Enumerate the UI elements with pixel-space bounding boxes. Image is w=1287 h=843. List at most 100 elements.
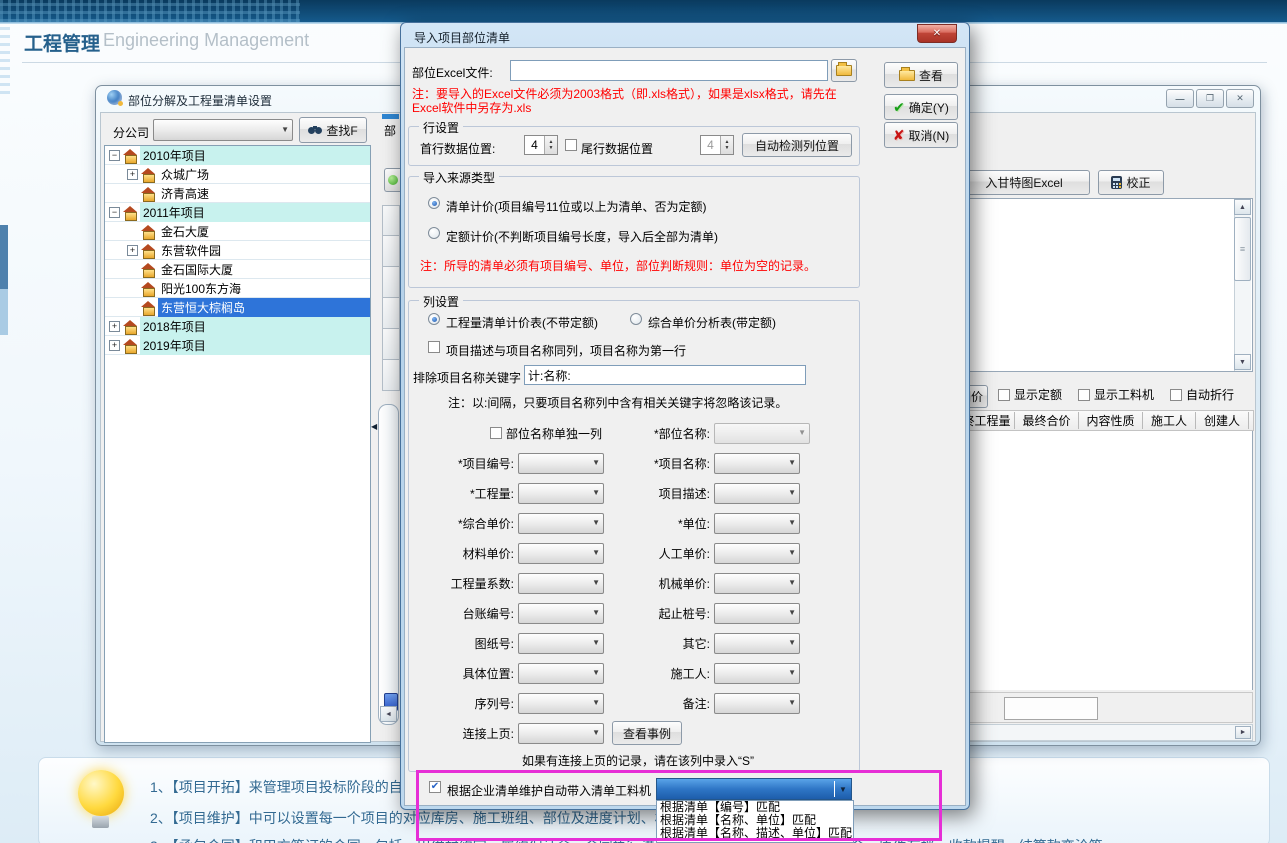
tree-row[interactable]: 金石国际大厦 [105, 260, 370, 279]
tree-row-selected[interactable]: 东营恒大棕榈岛 [105, 298, 370, 317]
field-dropdown[interactable]: ▼ [714, 573, 800, 594]
field-dropdown[interactable]: ▼ [518, 573, 604, 594]
boq-table-label[interactable]: 工程量清单计价表(不带定额) [446, 314, 598, 331]
list-pricing-radio[interactable] [428, 197, 440, 209]
field-dropdown[interactable]: ▼ [714, 603, 800, 624]
auto-wrap-checkbox[interactable]: 自动折行 [1170, 386, 1234, 403]
tree-item-label[interactable]: 2011年项目 [140, 203, 370, 222]
tree-item-label[interactable]: 东营恒大棕榈岛 [158, 298, 370, 317]
tree-item-label[interactable]: 阳光100东方海 [158, 279, 370, 298]
browse-file-button[interactable] [831, 59, 857, 82]
unit-analysis-label[interactable]: 综合单价分析表(带定额) [648, 314, 776, 331]
scroll-up-button[interactable]: ▲ [1234, 199, 1251, 215]
field-row: 起止桩号:▼ [600, 598, 812, 628]
quota-pricing-radio[interactable] [428, 227, 440, 239]
exclude-keyword-input[interactable] [524, 365, 806, 385]
collapse-panel-icon[interactable]: ◀ [371, 422, 377, 431]
expand-box-icon[interactable]: + [127, 169, 138, 180]
field-dropdown[interactable]: ▼ [518, 483, 604, 504]
quota-pricing-label[interactable]: 定额计价(不判断项目编号长度，导入后全部为清单) [446, 228, 718, 245]
tree-row[interactable]: 阳光100东方海 [105, 279, 370, 298]
minimize-button[interactable]: — [1166, 89, 1194, 108]
view-button[interactable]: 查看 [884, 62, 958, 88]
show-resources-checkbox[interactable]: 显示工料机 [1078, 386, 1154, 403]
maximize-button[interactable]: ❐ [1196, 89, 1224, 108]
expand-box-icon[interactable]: + [109, 321, 120, 332]
scroll-down-button[interactable]: ▼ [1234, 354, 1251, 370]
column-header[interactable]: 施工人 [1143, 412, 1196, 429]
part-own-column-label[interactable]: 部位名称单独一列 [506, 425, 602, 442]
list-pricing-label[interactable]: 清单计价(项目编号11位或以上为清单、否为定额) [446, 198, 706, 215]
tree-item-label[interactable]: 金石国际大厦 [158, 260, 370, 279]
field-dropdown[interactable]: ▼ [518, 603, 604, 624]
column-header-row: 终工程量 最终合价 内容性质 施工人 创建人 [958, 410, 1254, 431]
unit-analysis-radio[interactable] [630, 313, 642, 325]
spinner-arrows[interactable]: ▲▼ [720, 136, 733, 154]
tree-row[interactable]: +2018年项目 [105, 317, 370, 336]
ok-button[interactable]: ✔ 确定(Y) [884, 94, 958, 120]
field-dropdown[interactable]: ▼ [518, 543, 604, 564]
field-dropdown[interactable]: ▼ [714, 633, 800, 654]
scroll-right-button[interactable]: ► [1235, 726, 1251, 739]
field-dropdown[interactable]: ▼ [518, 723, 604, 744]
part-own-column-checkbox[interactable] [490, 427, 502, 439]
tree-item-label[interactable]: 众城广场 [158, 165, 370, 184]
spinner-arrows[interactable]: ▲▼ [544, 136, 557, 154]
tail-row-checkbox[interactable] [565, 139, 577, 151]
scrollbar-thumb[interactable]: ≡ [1234, 217, 1251, 281]
field-dropdown[interactable]: ▼ [518, 633, 604, 654]
calibrate-button[interactable]: 校正 [1098, 170, 1164, 195]
tail-row-spinner[interactable]: 4 ▲▼ [700, 135, 734, 155]
field-dropdown[interactable]: ▼ [714, 513, 800, 534]
field-dropdown[interactable]: ▼ [518, 453, 604, 474]
tree-item-label[interactable]: 2010年项目 [140, 146, 370, 165]
tree-row[interactable]: 济青高速 [105, 184, 370, 203]
show-quota-checkbox[interactable]: 显示定额 [998, 386, 1062, 403]
field-dropdown[interactable]: ▼ [518, 513, 604, 534]
spinner-value[interactable]: 4 [701, 136, 720, 154]
spinner-value[interactable]: 4 [525, 136, 544, 154]
gantt-excel-button[interactable]: 入甘特图Excel [958, 170, 1090, 195]
expand-box-icon[interactable]: + [109, 340, 120, 351]
tree-row[interactable]: − 2010年项目 [105, 146, 370, 165]
cancel-button[interactable]: ✘ 取消(N) [884, 122, 958, 148]
first-row-spinner[interactable]: 4 ▲▼ [524, 135, 558, 155]
boq-table-radio[interactable] [428, 313, 440, 325]
field-dropdown[interactable]: ▼ [714, 663, 800, 684]
field-dropdown[interactable]: ▼ [714, 483, 800, 504]
field-dropdown[interactable]: ▼ [714, 693, 800, 714]
horizontal-scrollbar[interactable] [962, 724, 1253, 741]
collapse-box-icon[interactable]: − [109, 150, 120, 161]
tree-row[interactable]: − 2011年项目 [105, 203, 370, 222]
tree-item-label[interactable]: 东营软件园 [158, 241, 370, 260]
column-header[interactable]: 最终合价 [1015, 412, 1079, 429]
field-dropdown[interactable]: ▼ [714, 543, 800, 564]
close-window-button[interactable]: ✕ [1226, 89, 1254, 108]
tree-row[interactable]: + 东营软件园 [105, 241, 370, 260]
find-button[interactable]: 查找F [299, 117, 367, 143]
field-dropdown[interactable]: ▼ [518, 663, 604, 684]
column-header[interactable]: 创建人 [1196, 412, 1249, 429]
auto-detect-button[interactable]: 自动检测列位置 [742, 133, 852, 157]
scroll-left-button[interactable]: ◄ [380, 706, 397, 722]
clipped-button[interactable] [384, 168, 400, 192]
excel-file-input[interactable] [510, 60, 828, 81]
column-header[interactable]: 内容性质 [1079, 412, 1143, 429]
field-dropdown[interactable]: ▼ [518, 693, 604, 714]
field-dropdown[interactable]: ▼ [714, 453, 800, 474]
tree-row[interactable]: 金石大厦 [105, 222, 370, 241]
tree-item-label[interactable]: 金石大厦 [158, 222, 370, 241]
collapse-box-icon[interactable]: − [109, 207, 120, 218]
branch-combobox[interactable]: ▼ [153, 119, 293, 141]
same-column-checkbox[interactable] [428, 341, 440, 353]
tree-row[interactable]: +2019年项目 [105, 336, 370, 355]
vertical-scrollbar[interactable] [378, 404, 399, 725]
view-example-button[interactable]: 查看事例 [612, 721, 682, 745]
same-column-label[interactable]: 项目描述与项目名称同列，项目名称为第一行 [446, 342, 686, 359]
tree-item-label[interactable]: 济青高速 [158, 184, 370, 203]
tree-row[interactable]: + 众城广场 [105, 165, 370, 184]
tree-item-label[interactable]: 2019年项目 [140, 336, 370, 355]
tree-item-label[interactable]: 2018年项目 [140, 317, 370, 336]
expand-box-icon[interactable]: + [127, 245, 138, 256]
dialog-close-button[interactable]: ✕ [917, 24, 957, 43]
